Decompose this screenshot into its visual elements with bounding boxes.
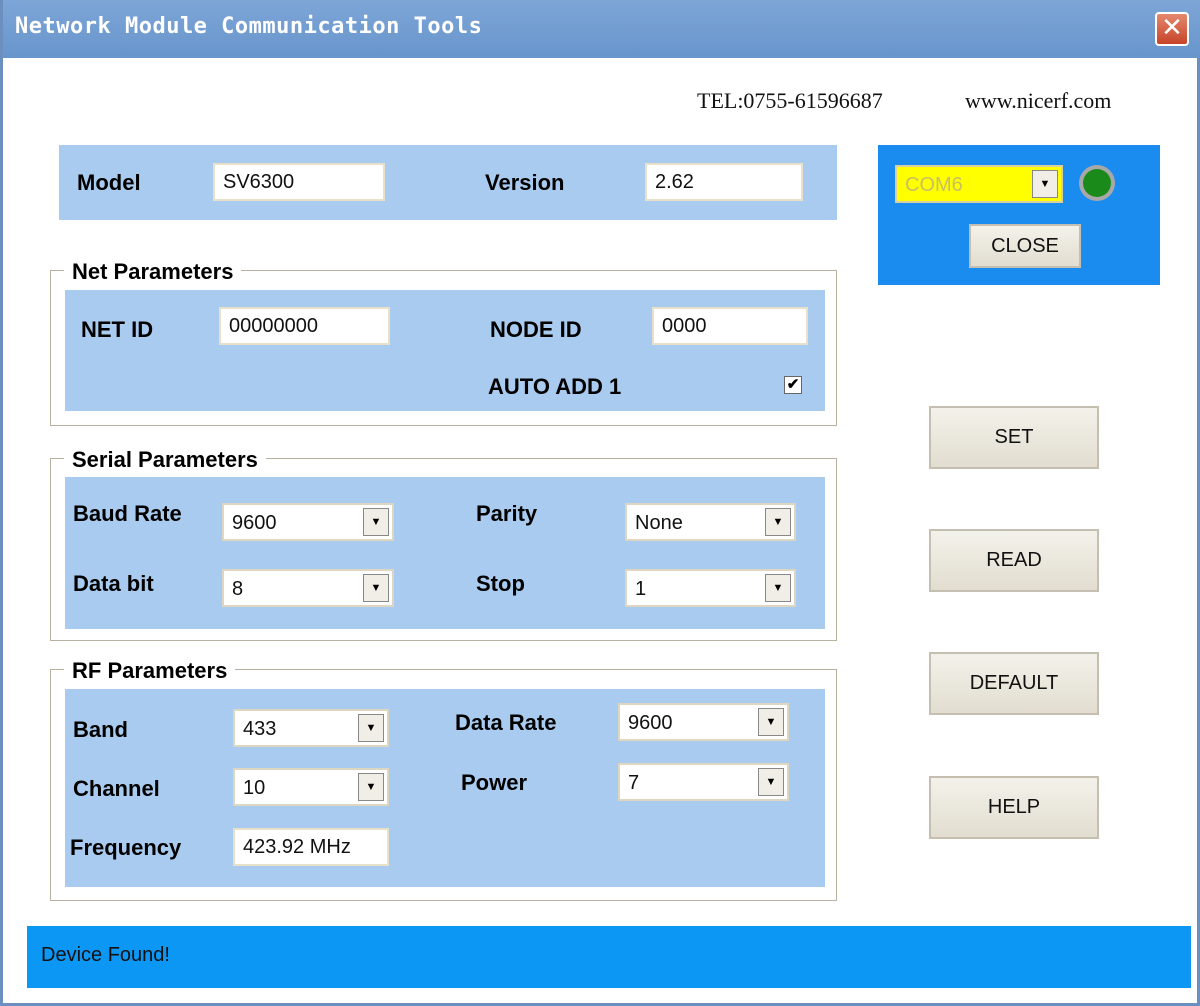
- data-rate-value: 9600: [628, 712, 673, 734]
- status-message: Device Found!: [41, 944, 170, 966]
- read-button[interactable]: READ: [929, 529, 1099, 592]
- model-panel: Model SV6300 Version 2.62: [59, 145, 837, 220]
- channel-select[interactable]: 10 ▼: [233, 768, 389, 806]
- status-bar: Device Found!: [27, 926, 1191, 988]
- data-bit-label: Data bit: [73, 571, 154, 596]
- chevron-down-icon[interactable]: ▼: [358, 714, 384, 742]
- baud-rate-label: Baud Rate: [73, 501, 182, 526]
- net-parameters-panel: NET ID 00000000 NODE ID 0000 AUTO ADD 1 …: [65, 290, 825, 411]
- net-parameters-title: Net Parameters: [64, 259, 242, 285]
- window-title: Network Module Communication Tools: [15, 14, 483, 39]
- chevron-down-icon[interactable]: ▼: [363, 508, 389, 536]
- data-rate-select[interactable]: 9600 ▼: [618, 703, 789, 741]
- connection-status-icon: [1079, 165, 1115, 201]
- data-rate-label: Data Rate: [455, 710, 557, 735]
- power-label: Power: [461, 770, 528, 795]
- main-window: Network Module Communication Tools ✕ TEL…: [0, 0, 1200, 1006]
- model-field[interactable]: SV6300: [213, 163, 385, 201]
- power-select[interactable]: 7 ▼: [618, 763, 789, 801]
- channel-label: Channel: [73, 776, 160, 801]
- close-port-button[interactable]: CLOSE: [969, 224, 1081, 268]
- help-button[interactable]: HELP: [929, 776, 1099, 839]
- chevron-down-icon[interactable]: ▼: [758, 768, 784, 796]
- serial-parameters-title: Serial Parameters: [64, 447, 266, 473]
- band-value: 433: [243, 718, 277, 740]
- stop-select[interactable]: 1 ▼: [625, 569, 796, 607]
- band-select[interactable]: 433 ▼: [233, 709, 389, 747]
- rf-parameters-title: RF Parameters: [64, 658, 236, 684]
- default-button[interactable]: DEFAULT: [929, 652, 1099, 715]
- node-id-field[interactable]: 0000: [652, 307, 808, 345]
- stop-label: Stop: [476, 571, 525, 596]
- data-bit-value: 8: [232, 578, 244, 600]
- net-id-field[interactable]: 00000000: [219, 307, 390, 345]
- data-bit-select[interactable]: 8 ▼: [222, 569, 394, 607]
- power-value: 7: [628, 772, 640, 794]
- set-button[interactable]: SET: [929, 406, 1099, 469]
- chevron-down-icon[interactable]: ▼: [1032, 170, 1058, 198]
- close-window-icon[interactable]: ✕: [1155, 12, 1189, 46]
- parity-label: Parity: [476, 501, 538, 526]
- baud-rate-value: 9600: [232, 512, 277, 534]
- version-field[interactable]: 2.62: [645, 163, 803, 201]
- parity-select[interactable]: None ▼: [625, 503, 796, 541]
- chevron-down-icon[interactable]: ▼: [765, 508, 791, 536]
- frequency-field[interactable]: 423.92 MHz: [233, 828, 389, 866]
- band-label: Band: [73, 717, 128, 742]
- serial-parameters-panel: Baud Rate 9600 ▼ Parity None ▼ Data bit …: [65, 477, 825, 629]
- tel-text: TEL:0755-61596687: [697, 88, 883, 113]
- node-id-label: NODE ID: [490, 317, 582, 342]
- chevron-down-icon[interactable]: ▼: [765, 574, 791, 602]
- chevron-down-icon[interactable]: ▼: [358, 773, 384, 801]
- auto-add-label: AUTO ADD 1: [488, 374, 622, 399]
- rf-parameters-panel: Band 433 ▼ Data Rate 9600 ▼ Channel 10 ▼…: [65, 689, 825, 887]
- model-label: Model: [77, 170, 141, 195]
- version-label: Version: [485, 170, 565, 195]
- net-id-label: NET ID: [81, 317, 154, 342]
- auto-add-checkbox[interactable]: ✔: [784, 376, 802, 394]
- stop-value: 1: [635, 578, 647, 600]
- website-text: www.nicerf.com: [965, 88, 1112, 113]
- chevron-down-icon[interactable]: ▼: [758, 708, 784, 736]
- chevron-down-icon[interactable]: ▼: [363, 574, 389, 602]
- title-bar[interactable]: Network Module Communication Tools ✕: [3, 0, 1200, 58]
- baud-rate-select[interactable]: 9600 ▼: [222, 503, 394, 541]
- port-panel: COM6 ▼ CLOSE: [878, 145, 1160, 285]
- port-select[interactable]: COM6 ▼: [895, 165, 1063, 203]
- channel-value: 10: [243, 777, 266, 799]
- frequency-label: Frequency: [70, 835, 182, 860]
- port-select-value: COM6: [905, 174, 963, 196]
- parity-value: None: [635, 512, 683, 534]
